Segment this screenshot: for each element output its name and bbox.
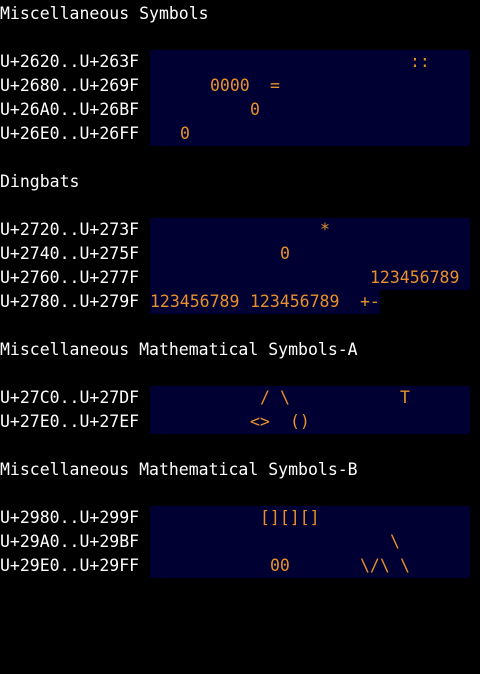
glyph-run: * [320,220,330,239]
glyph-cells: \ [150,530,470,554]
glyph-run: \/\ [360,556,390,575]
glyph-cells: 123456789 [150,266,470,290]
glyph-run: = [270,76,280,95]
glyph-cells: 0 [150,98,470,122]
section-title: Miscellaneous Mathematical Symbols-B [0,460,358,479]
glyph-run: 123456789 [150,292,240,311]
range-row: U+27C0..U+27DF / \ T [0,386,480,410]
glyph-run: \ [390,532,400,551]
glyph-cells: 0 [150,242,470,266]
range-label: U+29A0..U+29BF [0,532,140,551]
section-title: Miscellaneous Mathematical Symbols-A [0,340,358,359]
glyph-cells: <> () [150,410,470,434]
range-label: U+2760..U+277F [0,268,140,287]
range-row: U+27E0..U+27EF <> () [0,410,480,434]
unicode-chart: Miscellaneous Symbols U+2620..U+263F :: … [0,0,480,600]
glyph-run: +- [360,292,380,311]
range-row: U+2740..U+275F 0 [0,242,480,266]
glyph-run: 0 [250,100,260,119]
glyph-cells: 0000 = [150,74,470,98]
glyph-run: 0 [180,124,190,143]
range-row: U+2980..U+299F [][][] [0,506,480,530]
glyph-cells: :: [150,50,470,74]
glyph-cells: / \ T [150,386,470,410]
range-label: U+2780..U+279F [0,292,140,311]
glyph-cells: 0 [150,122,470,146]
range-label: U+2680..U+269F [0,76,140,95]
range-label: U+27C0..U+27DF [0,388,140,407]
glyph-run: 123456789 [370,268,460,287]
glyph-run: [][][] [260,508,320,527]
glyph-run: <> [250,412,270,431]
range-row: U+2760..U+277F 123456789 [0,266,480,290]
range-label: U+26A0..U+26BF [0,100,140,119]
range-row: U+2780..U+279F 123456789 123456789 +- [0,290,480,314]
range-row: U+29E0..U+29FF 00 \/\ \ [0,554,480,578]
range-label: U+2740..U+275F [0,244,140,263]
glyph-cells: 00 \/\ \ [150,554,470,578]
range-label: U+26E0..U+26FF [0,124,140,143]
section-title: Dingbats [0,172,80,191]
range-label: U+29E0..U+29FF [0,556,140,575]
range-row: U+2680..U+269F 0000 = [0,74,480,98]
range-row: U+2720..U+273F * [0,218,480,242]
glyph-run: 123456789 [250,292,340,311]
glyph-run: \ [280,388,290,407]
glyph-cells: [][][] [150,506,470,530]
range-row: U+2620..U+263F :: [0,50,480,74]
section-title: Miscellaneous Symbols [0,4,209,23]
glyph-cells: 123456789 123456789 +- [150,290,380,314]
range-row: U+29A0..U+29BF \ [0,530,480,554]
glyph-run: () [290,412,310,431]
glyph-run: / [260,388,270,407]
glyph-run: 0 [280,244,290,263]
glyph-run: 0000 [210,76,250,95]
range-label: U+2720..U+273F [0,220,140,239]
glyph-run: 00 [270,556,290,575]
range-label: U+27E0..U+27EF [0,412,140,431]
range-label: U+2980..U+299F [0,508,140,527]
range-row: U+26A0..U+26BF 0 [0,98,480,122]
glyph-run: :: [410,52,430,71]
glyph-run: T [400,388,410,407]
range-row: U+26E0..U+26FF 0 [0,122,480,146]
glyph-cells: * [150,218,470,242]
glyph-run: \ [400,556,410,575]
range-label: U+2620..U+263F [0,52,140,71]
